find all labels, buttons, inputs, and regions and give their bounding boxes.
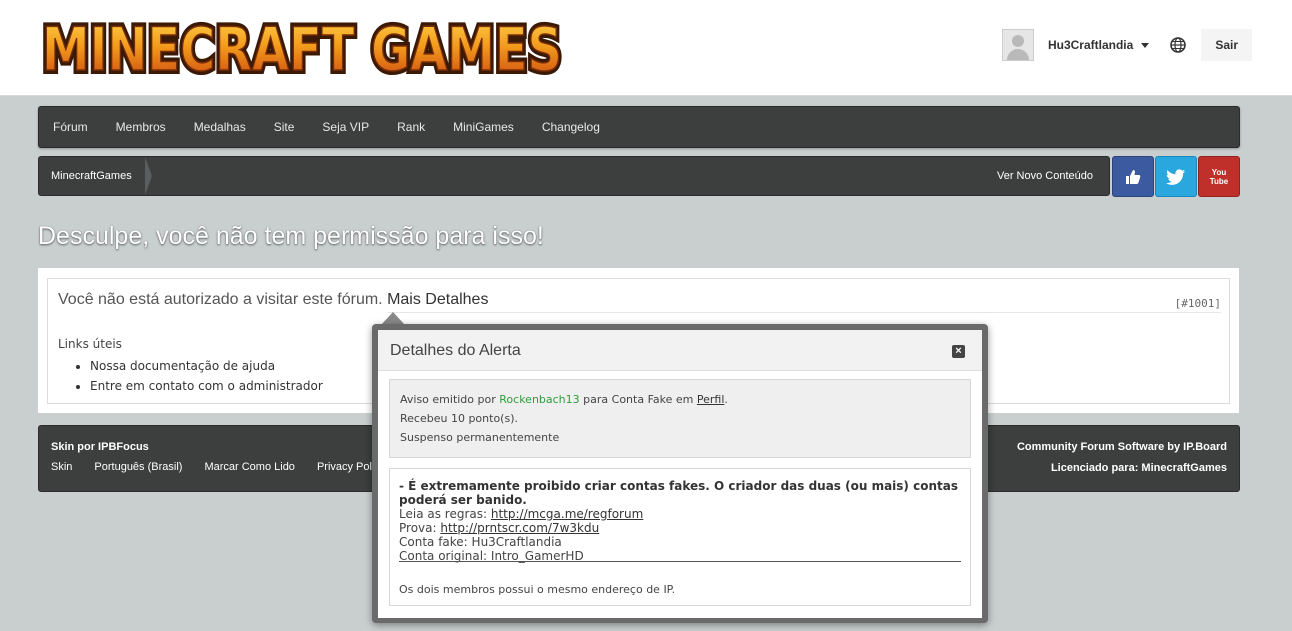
close-icon[interactable]: ×	[952, 345, 965, 358]
site-header: MINECRAFT GAMES MINECRAFT GAMES Hu3Craft…	[0, 0, 1292, 96]
footer-link-language[interactable]: Português (Brasil)	[94, 461, 182, 473]
proof-line: Prova: http://prntscr.com/7w3kdu	[399, 521, 599, 535]
moderator-link[interactable]: Rockenbach13	[499, 393, 579, 406]
fake-account-line: Conta fake: Hu3Craftlandia	[399, 535, 562, 549]
proof-link[interactable]: http://prntscr.com/7w3kdu	[440, 521, 599, 535]
new-content-link[interactable]: Ver Novo Conteúdo	[997, 170, 1109, 182]
page-title: Desculpe, você não tem permissão para is…	[38, 222, 544, 250]
divider	[388, 312, 1221, 313]
nav-item-membros[interactable]: Membros	[102, 107, 180, 147]
skin-credit[interactable]: Skin por IPBFocus	[51, 441, 149, 453]
nav-item-seja-vip[interactable]: Seja VIP	[308, 107, 383, 147]
contact-admin-link[interactable]: Entre em contato com o administrador	[90, 379, 323, 393]
site-logo[interactable]: MINECRAFT GAMES MINECRAFT GAMES	[38, 8, 566, 86]
rules-line: Leia as regras: http://mcga.me/regforum	[399, 507, 643, 521]
warning-suffix: .	[724, 393, 728, 406]
footer-link-mark-read[interactable]: Marcar Como Lido	[204, 461, 294, 473]
popup-title: Detalhes do Alerta	[390, 342, 521, 359]
warning-prefix: Aviso emitido por	[400, 393, 496, 406]
breadcrumb-home-label: MinecraftGames	[51, 170, 132, 182]
software-credit[interactable]: Community Forum Software by IP.Board	[1017, 441, 1227, 453]
warning-status: Suspenso permanentemente	[400, 431, 560, 444]
rules-label: Leia as regras:	[399, 507, 488, 521]
alert-details-popup: Detalhes do Alerta × Aviso emitido por R…	[372, 324, 988, 623]
nav-item-changelog[interactable]: Changelog	[528, 107, 614, 147]
svg-text:MINECRAFT GAMES: MINECRAFT GAMES	[42, 15, 562, 85]
profile-link[interactable]: Perfil	[697, 393, 725, 406]
warning-points: Recebeu 10 ponto(s).	[400, 412, 518, 425]
alert-details-content: Detalhes do Alerta × Aviso emitido por R…	[378, 330, 982, 618]
footer-link-skin[interactable]: Skin	[51, 461, 72, 473]
nav-item-rank[interactable]: Rank	[383, 107, 439, 147]
proof-label: Prova:	[399, 521, 437, 535]
warning-middle: para Conta Fake em	[583, 393, 694, 406]
useful-links-list: Nossa documentação de ajuda Entre em con…	[72, 359, 323, 399]
license-credit: Licenciado para: MinecraftGames	[1050, 462, 1227, 474]
logout-button[interactable]: Sair	[1201, 29, 1252, 61]
username-label: Hu3Craftlandia	[1047, 38, 1134, 52]
default-avatar-icon[interactable]	[1001, 29, 1034, 61]
useful-links-title: Links úteis	[58, 337, 122, 351]
error-message: Você não está autorizado a visitar este …	[58, 291, 488, 309]
warning-issued-line: Aviso emitido por Rockenbach13 para Cont…	[400, 393, 728, 406]
nav-item-medalhas[interactable]: Medalhas	[180, 107, 260, 147]
nav-item-site[interactable]: Site	[260, 107, 309, 147]
footer-links: Skin Português (Brasil) Marcar Como Lido…	[51, 461, 396, 473]
caret-down-icon	[1141, 42, 1150, 48]
breadcrumb-home[interactable]: MinecraftGames	[39, 157, 152, 195]
reason-note: Os dois membros possui o mesmo endereço …	[399, 583, 676, 596]
user-area: Hu3Craftlandia Sair	[1001, 28, 1292, 62]
youtube-label: You Tube	[1209, 167, 1229, 186]
error-code: [#1001]	[1174, 297, 1221, 310]
globe-icon[interactable]	[1169, 36, 1187, 54]
footer-link-privacy[interactable]: Privacy Poli	[317, 461, 374, 473]
breadcrumb: MinecraftGames Ver Novo Conteúdo	[38, 156, 1110, 196]
user-menu[interactable]: Hu3Craftlandia	[1047, 38, 1150, 52]
reason-headline: - É extremamente proibido criar contas f…	[399, 479, 958, 507]
warning-reason: - É extremamente proibido criar contas f…	[389, 468, 971, 606]
breadcrumb-separator	[144, 157, 152, 195]
twitter-icon[interactable]	[1155, 156, 1197, 197]
reason-divider	[399, 561, 961, 562]
youtube-icon[interactable]: You Tube	[1198, 156, 1240, 197]
error-message-text: Você não está autorizado a visitar este …	[58, 291, 383, 308]
main-nav: Fórum Membros Medalhas Site Seja VIP Ran…	[38, 106, 1240, 148]
popup-header: Detalhes do Alerta ×	[378, 330, 982, 371]
nav-item-forum[interactable]: Fórum	[39, 107, 102, 147]
facebook-like-icon[interactable]	[1112, 156, 1154, 197]
help-docs-link[interactable]: Nossa documentação de ajuda	[90, 359, 323, 373]
more-details-link[interactable]: Mais Detalhes	[387, 291, 488, 308]
warning-summary: Aviso emitido por Rockenbach13 para Cont…	[389, 379, 971, 458]
rules-link[interactable]: http://mcga.me/regforum	[491, 507, 643, 521]
nav-item-minigames[interactable]: MiniGames	[439, 107, 528, 147]
